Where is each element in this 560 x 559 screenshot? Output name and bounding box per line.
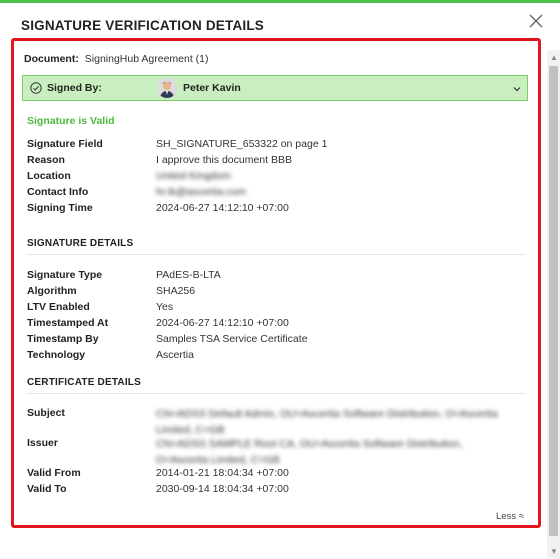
info-value-redacted: hr.tk@ascertia.com (156, 186, 247, 198)
scroll-up-icon[interactable]: ▲ (550, 53, 558, 62)
info-value: 2024-06-27 14:12:10 +07:00 (156, 202, 289, 214)
certificate-value: 2030-09-14 18:04:34 +07:00 (156, 483, 289, 495)
detail-key: Signature Type (27, 269, 103, 281)
detail-value: 2024-06-27 14:12:10 +07:00 (156, 317, 289, 329)
info-key: Signature Field (27, 138, 103, 150)
certificate-key: Subject (27, 407, 65, 419)
divider (27, 393, 525, 394)
document-line: Document: SigningHub Agreement (1) (24, 53, 209, 65)
signature-details-heading: SIGNATURE DETAILS (27, 238, 134, 249)
detail-value: PAdES-B-LTA (156, 269, 221, 281)
check-circle-icon (30, 82, 42, 94)
info-value: I approve this document BBB (156, 154, 292, 166)
detail-value: Ascertia (156, 349, 194, 361)
certificate-value-redacted: CN=ADSS SAMPLE Root CA, OU=Ascertia Soft… (156, 438, 463, 466)
detail-key: Algorithm (27, 285, 77, 297)
certificate-key: Valid To (27, 483, 67, 495)
detail-key: Technology (27, 349, 86, 361)
detail-value: Yes (156, 301, 174, 313)
close-icon (529, 14, 543, 28)
certificate-key: Issuer (27, 437, 58, 449)
detail-key: LTV Enabled (27, 301, 90, 313)
info-value-redacted: United Kingdom (156, 170, 231, 182)
signer-avatar (157, 78, 177, 98)
signer-name: Peter Kavin (183, 82, 241, 94)
chevron-down-icon[interactable] (512, 84, 522, 94)
scroll-down-icon[interactable]: ▼ (550, 547, 558, 556)
info-value: SH_SIGNATURE_653322 on page 1 (156, 138, 328, 150)
less-toggle-link[interactable]: Less ≈ (496, 511, 524, 522)
certificate-key: Valid From (27, 467, 81, 479)
scrollbar-thumb[interactable] (549, 66, 558, 536)
document-label: Document: (24, 53, 79, 65)
info-key: Location (27, 170, 71, 182)
detail-key: Timestamp By (27, 333, 99, 345)
close-button[interactable] (526, 11, 546, 31)
document-name: SigningHub Agreement (1) (84, 53, 209, 65)
certificate-details-heading: CERTIFICATE DETAILS (27, 377, 141, 388)
detail-key: Timestamped At (27, 317, 109, 329)
top-accent-bar (0, 0, 560, 3)
divider (27, 254, 525, 255)
signed-by-label: Signed By: (47, 82, 102, 94)
certificate-value: 2014-01-21 18:04:34 +07:00 (156, 467, 289, 479)
modal-title: SIGNATURE VERIFICATION DETAILS (21, 18, 265, 33)
info-key: Signing Time (27, 202, 93, 214)
verification-panel: Document: SigningHub Agreement (1) Signe… (11, 38, 541, 528)
signed-by-accordion[interactable]: Signed By: Peter Kavin (22, 75, 528, 101)
detail-value: SHA256 (156, 285, 196, 297)
certificate-value-redacted: CN=ADSS Default Admin, OU=Ascertia Softw… (156, 408, 498, 436)
info-key: Contact Info (27, 186, 89, 198)
detail-value: Samples TSA Service Certificate (156, 333, 308, 345)
info-key: Reason (27, 154, 65, 166)
signature-status: Signature is Valid (27, 115, 115, 127)
